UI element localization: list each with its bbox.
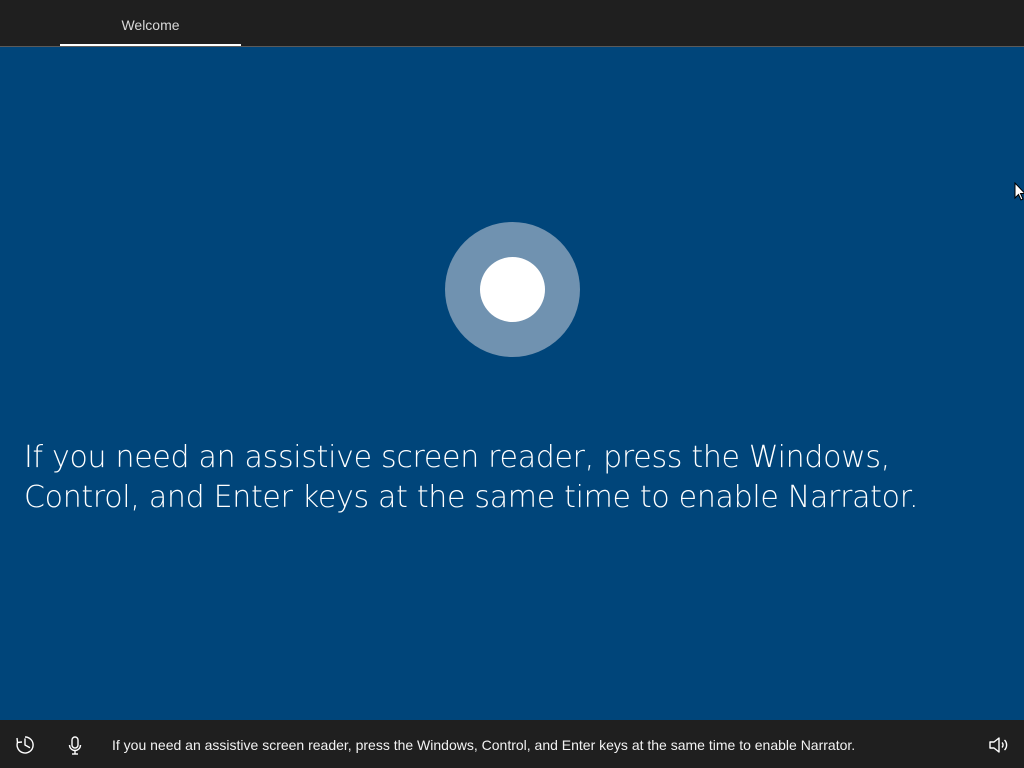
caption-text: If you need an assistive screen reader, …: [112, 737, 856, 753]
volume-icon[interactable]: [987, 734, 1009, 756]
microphone-icon[interactable]: [64, 734, 86, 756]
cortana-core: [480, 257, 545, 322]
tab-welcome[interactable]: Welcome: [60, 0, 241, 46]
mouse-pointer-icon: [1014, 182, 1024, 201]
main-content: [0, 47, 1024, 720]
ease-of-access-icon[interactable]: [14, 734, 36, 756]
narrator-instructions: If you need an assistive screen reader, …: [24, 440, 919, 515]
top-bar: Welcome: [0, 0, 1024, 47]
